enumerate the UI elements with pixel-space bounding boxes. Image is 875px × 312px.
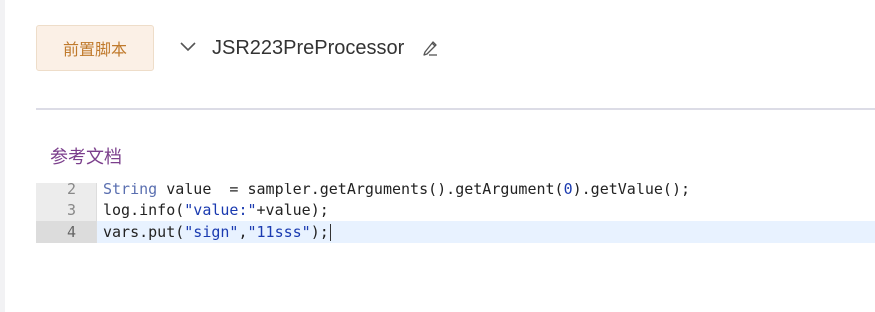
chevron-down-icon[interactable]: [179, 40, 197, 54]
code-token: 0: [563, 183, 573, 198]
code-token: +value);: [256, 201, 329, 219]
processor-name: JSR223PreProcessor: [212, 37, 405, 59]
code-token: value = sampler.getArguments().getArgume…: [157, 183, 564, 198]
line-number: 4: [36, 221, 96, 243]
code-line: 2 String value = sampler.getArguments().…: [36, 183, 875, 199]
line-number: 3: [36, 199, 96, 221]
code-token: ).getValue();: [572, 183, 691, 198]
code-text[interactable]: vars.put("sign","11sss");: [96, 221, 875, 243]
reference-docs-link[interactable]: 参考文档: [50, 143, 122, 169]
code-text[interactable]: log.info("value:"+value);: [96, 199, 875, 221]
code-editor[interactable]: 2 String value = sampler.getArguments().…: [36, 183, 875, 243]
edit-icon[interactable]: [420, 37, 440, 57]
code-text[interactable]: String value = sampler.getArguments().ge…: [96, 183, 875, 199]
processor-header: 前置脚本 JSR223PreProcessor: [0, 0, 875, 110]
section-divider: [36, 108, 875, 110]
code-line-active: 4 vars.put("sign","11sss");: [36, 221, 875, 243]
text-cursor: [329, 224, 331, 241]
code-token: vars.put(: [103, 223, 185, 241]
pre-script-tag-label: 前置脚本: [62, 40, 127, 59]
code-line: 3 log.info("value:"+value);: [36, 199, 875, 221]
code-token: log.info(: [103, 201, 185, 219]
pre-script-tag-button[interactable]: 前置脚本: [36, 25, 154, 71]
code-token: "sign": [184, 223, 239, 241]
line-number: 2: [36, 183, 96, 199]
code-token: "11sss": [247, 223, 311, 241]
code-token: String: [103, 183, 158, 198]
code-token: "value:": [184, 201, 257, 219]
code-token: );: [310, 223, 329, 241]
code-token: ,: [238, 223, 248, 241]
